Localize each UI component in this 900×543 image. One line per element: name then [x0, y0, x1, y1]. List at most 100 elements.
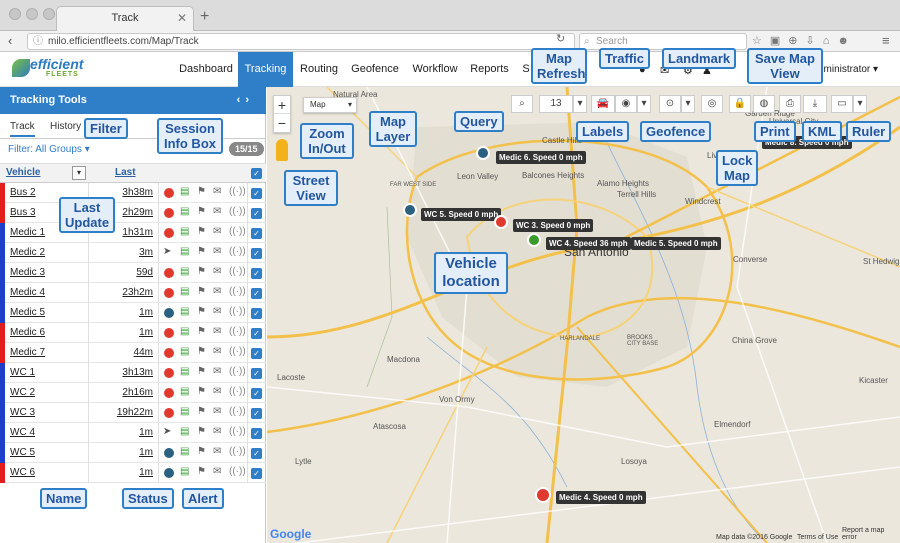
save-map-view-button[interactable]: ◍ — [753, 95, 775, 113]
signal-icon[interactable]: ((·)) — [229, 226, 246, 237]
row-checkbox[interactable]: ✓ — [251, 288, 262, 299]
vehicle-label-medic-4[interactable]: Medic 4. Speed 0 mph — [556, 491, 646, 504]
table-row[interactable]: Bus 3 2h29m ▤ ⚑ ✉ ((·)) ✓ — [0, 203, 266, 223]
table-row[interactable]: Medic 1 1h31m ▤ ⚑ ✉ ((·)) ✓ — [0, 223, 266, 243]
flag-icon[interactable]: ⚑ — [197, 426, 206, 437]
message-icon[interactable]: ✉ — [213, 266, 221, 277]
last-update[interactable]: 2h29m — [122, 207, 153, 218]
vehicle-name[interactable]: Medic 7 — [10, 347, 45, 358]
vehicle-label-medic-6[interactable]: Medic 6. Speed 0 mph — [496, 151, 586, 164]
last-update[interactable]: 23h2m — [122, 287, 153, 298]
session-info-icon[interactable]: ▤ — [180, 326, 189, 337]
kml-button[interactable]: ⤓ — [803, 95, 827, 113]
labels-dropdown[interactable]: ▾ — [637, 95, 651, 113]
signal-icon[interactable]: ((·)) — [229, 326, 246, 337]
vehicle-marker-idle[interactable] — [476, 146, 490, 160]
row-checkbox[interactable]: ✓ — [251, 188, 262, 199]
message-icon[interactable]: ✉ — [213, 346, 221, 357]
nav-workflow[interactable]: Workflow — [409, 52, 461, 87]
panel-collapse-arrows[interactable]: ‹› — [237, 87, 254, 114]
flag-icon[interactable]: ⚑ — [197, 206, 206, 217]
flag-icon[interactable]: ⚑ — [197, 266, 206, 277]
row-checkbox[interactable]: ✓ — [251, 308, 262, 319]
session-info-icon[interactable]: ▤ — [180, 286, 189, 297]
row-checkbox[interactable]: ✓ — [251, 408, 262, 419]
map-refresh-dropdown[interactable]: ▾ — [573, 95, 587, 113]
session-info-icon[interactable]: ▤ — [180, 306, 189, 317]
last-update[interactable]: 1m — [139, 307, 153, 318]
last-update[interactable]: 1m — [139, 327, 153, 338]
table-row[interactable]: Medic 5 1m ▤ ⚑ ✉ ((·)) ✓ — [0, 303, 266, 323]
last-update[interactable]: 2h16m — [122, 387, 153, 398]
vehicle-name[interactable]: Medic 1 — [10, 227, 45, 238]
col-vehicle[interactable]: Vehicle — [6, 167, 40, 178]
ruler-dropdown[interactable]: ▾ — [853, 95, 867, 113]
table-row[interactable]: WC 1 3h13m ▤ ⚑ ✉ ((·)) ✓ — [0, 363, 266, 383]
last-update[interactable]: 3m — [139, 247, 153, 258]
flag-icon[interactable]: ⚑ — [197, 466, 206, 477]
vehicle-name[interactable]: WC 4 — [10, 427, 35, 438]
flag-icon[interactable]: ⚑ — [197, 366, 206, 377]
nav-dashboard[interactable]: Dashboard — [176, 52, 236, 87]
col-last[interactable]: Last — [115, 167, 136, 178]
row-checkbox[interactable]: ✓ — [251, 348, 262, 359]
signal-icon[interactable]: ((·)) — [229, 346, 246, 357]
table-row[interactable]: WC 6 1m ▤ ⚑ ✉ ((·)) ✓ — [0, 463, 266, 483]
map-refresh-button[interactable]: 13 — [539, 95, 573, 113]
last-update[interactable]: 59d — [136, 267, 153, 278]
hamburger-menu-icon[interactable]: ≡ — [882, 33, 890, 48]
close-window-button[interactable] — [9, 8, 21, 20]
session-info-icon[interactable]: ▤ — [180, 386, 189, 397]
ruler-button[interactable]: ▭ — [831, 95, 853, 113]
session-info-icon[interactable]: ▤ — [180, 426, 189, 437]
table-row[interactable]: Medic 3 59d ▤ ⚑ ✉ ((·)) ✓ — [0, 263, 266, 283]
row-checkbox[interactable]: ✓ — [251, 208, 262, 219]
row-checkbox[interactable]: ✓ — [251, 228, 262, 239]
message-icon[interactable]: ✉ — [213, 306, 221, 317]
vehicle-name[interactable]: Bus 2 — [10, 187, 36, 198]
vehicle-marker-idle[interactable] — [403, 203, 417, 217]
signal-icon[interactable]: ((·)) — [229, 306, 246, 317]
flag-icon[interactable]: ⚑ — [197, 446, 206, 457]
flag-icon[interactable]: ⚑ — [197, 306, 206, 317]
signal-icon[interactable]: ((·)) — [229, 366, 246, 377]
vehicle-name[interactable]: WC 5 — [10, 447, 35, 458]
last-update[interactable]: 1m — [139, 467, 153, 478]
table-row[interactable]: WC 5 1m ▤ ⚑ ✉ ((·)) ✓ — [0, 443, 266, 463]
print-button[interactable]: ⎙ — [779, 95, 801, 113]
row-checkbox[interactable]: ✓ — [251, 248, 262, 259]
street-view-pegman-icon[interactable] — [276, 139, 288, 161]
sort-dropdown-icon[interactable]: ▾ — [72, 166, 86, 180]
row-checkbox[interactable]: ✓ — [251, 328, 262, 339]
signal-icon[interactable]: ((·)) — [229, 266, 246, 277]
table-row[interactable]: Bus 2 3h38m ▤ ⚑ ✉ ((·)) ✓ — [0, 183, 266, 203]
row-checkbox[interactable]: ✓ — [251, 368, 262, 379]
zoom-out-button[interactable]: − — [274, 114, 290, 132]
terms-link[interactable]: Terms of Use — [797, 534, 838, 541]
signal-icon[interactable]: ((·)) — [229, 466, 246, 477]
message-icon[interactable]: ✉ — [213, 466, 221, 477]
last-update[interactable]: 1m — [139, 447, 153, 458]
group-filter[interactable]: Filter: All Groups ▾ — [8, 144, 90, 155]
message-icon[interactable]: ✉ — [213, 426, 221, 437]
landmark-button[interactable]: ⊙ — [659, 95, 681, 113]
vehicle-name[interactable]: WC 2 — [10, 387, 35, 398]
tab-history[interactable]: History — [50, 121, 81, 132]
flag-icon[interactable]: ⚑ — [197, 346, 206, 357]
last-update[interactable]: 44m — [134, 347, 153, 358]
map-view[interactable]: Leon Valley Balcones Heights Alamo Heigh… — [267, 87, 900, 543]
tab-track[interactable]: Track — [10, 121, 35, 137]
signal-icon[interactable]: ((·)) — [229, 406, 246, 417]
flag-icon[interactable]: ⚑ — [197, 386, 206, 397]
message-icon[interactable]: ✉ — [213, 186, 221, 197]
landmark-dropdown[interactable]: ▾ — [681, 95, 695, 113]
browser-tab[interactable]: Track ✕ — [56, 6, 194, 31]
message-icon[interactable]: ✉ — [213, 446, 221, 457]
signal-icon[interactable]: ((·)) — [229, 286, 246, 297]
nav-geofence[interactable]: Geofence — [349, 52, 401, 87]
back-icon[interactable]: ‹ — [8, 33, 12, 48]
maximize-window-button[interactable] — [43, 8, 55, 20]
vehicle-name[interactable]: Medic 2 — [10, 247, 45, 258]
table-row[interactable]: WC 4 1m ➤ ▤ ⚑ ✉ ((·)) ✓ — [0, 423, 266, 443]
flag-icon[interactable]: ⚑ — [197, 406, 206, 417]
